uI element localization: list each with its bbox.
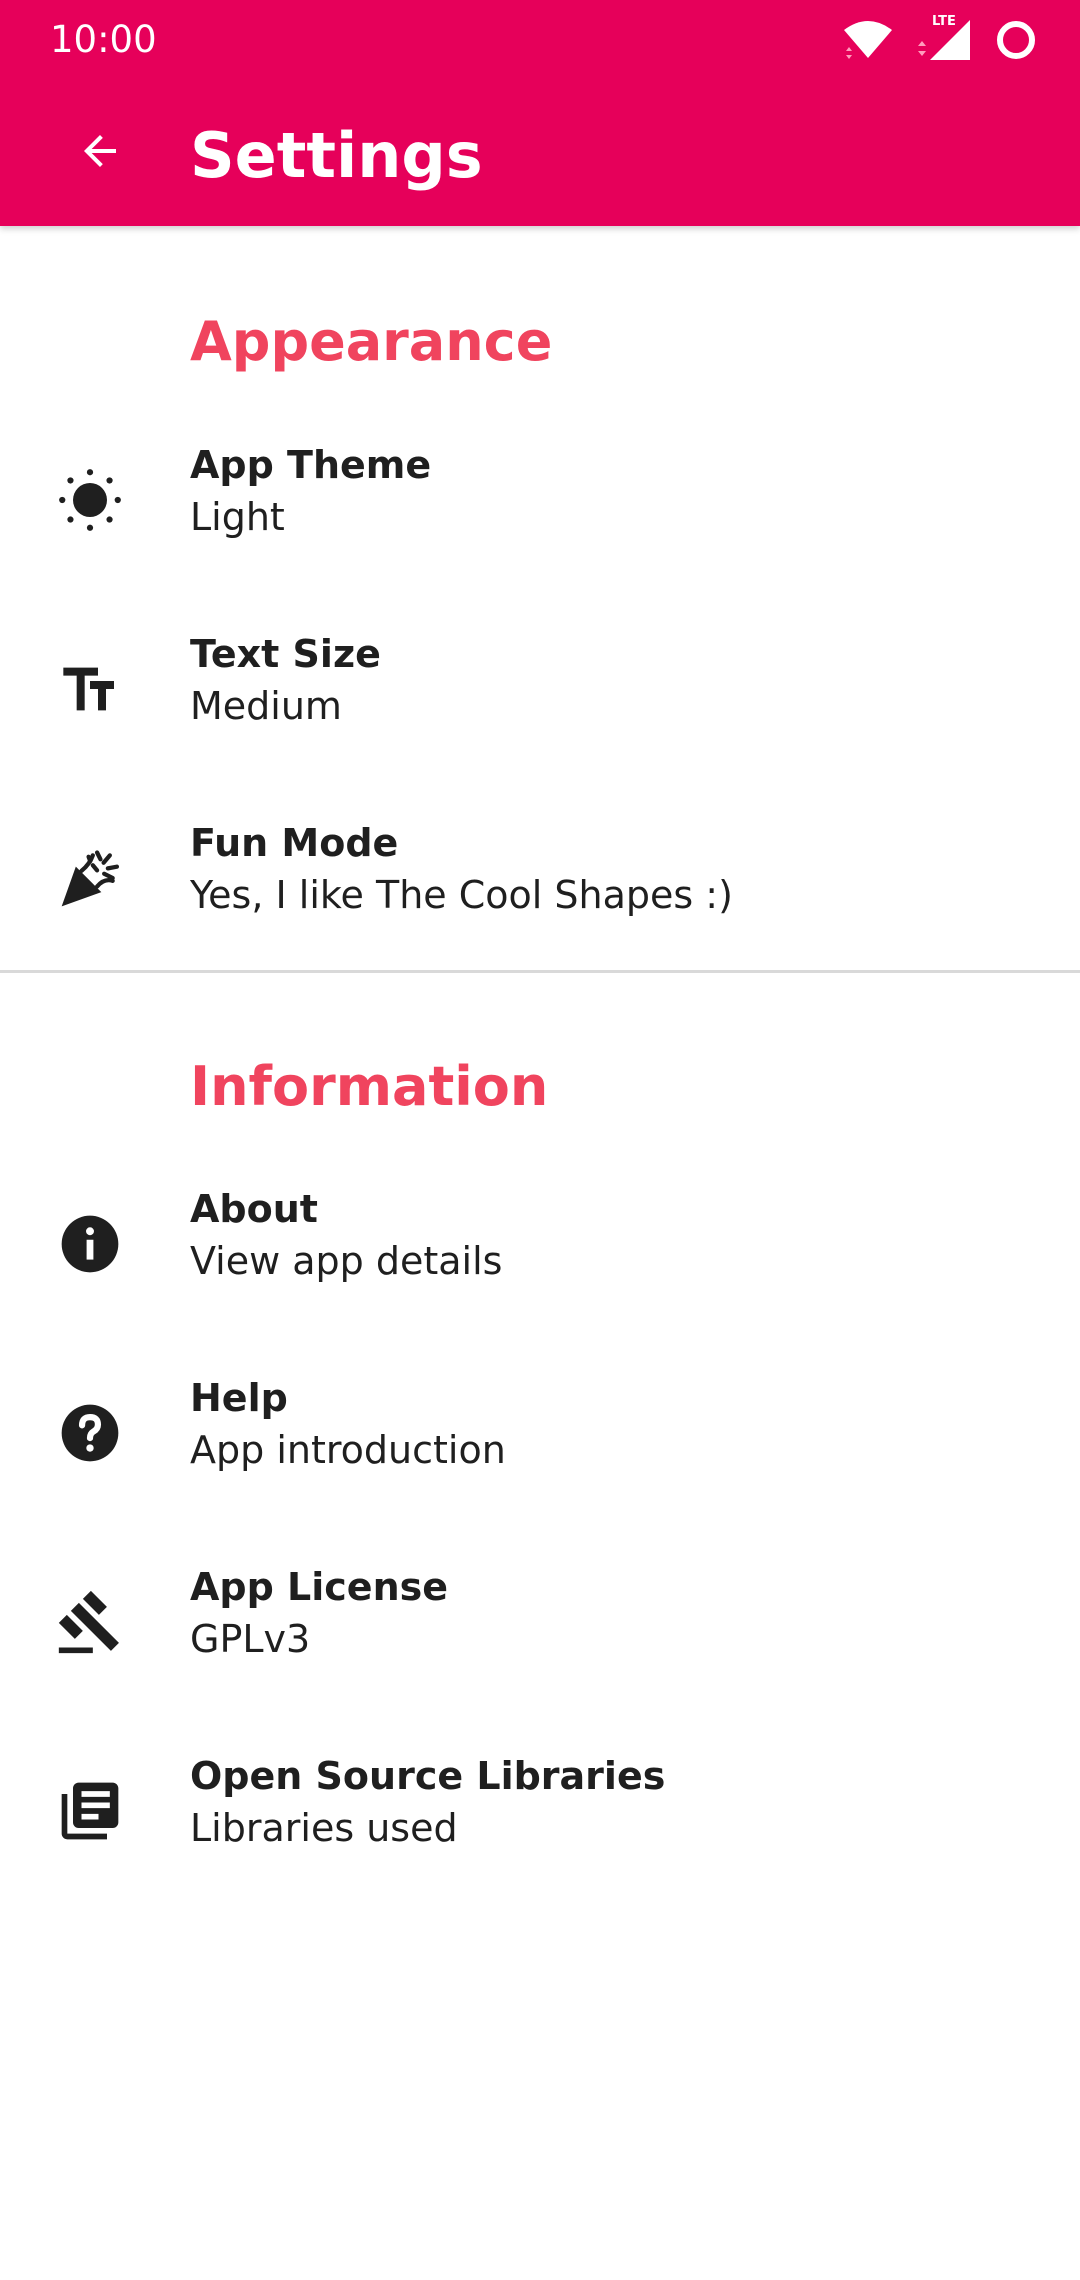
setting-about[interactable]: About View app details (0, 1149, 1080, 1338)
setting-title: Text Size (190, 632, 381, 676)
setting-value: Libraries used (190, 1806, 458, 1850)
status-icons: LTE (842, 14, 1038, 64)
arrow-back-icon (76, 127, 124, 179)
gavel-icon (50, 1582, 130, 1662)
sun-icon (50, 460, 130, 540)
back-button[interactable] (60, 113, 140, 193)
setting-value: Yes, I like The Cool Shapes :) (190, 873, 733, 917)
text-size-icon (50, 649, 130, 729)
setting-open-source-libraries[interactable]: Open Source Libraries Libraries used (0, 1716, 1080, 1905)
section-header-appearance: Appearance (190, 310, 553, 373)
section-header-information: Information (190, 1055, 549, 1118)
party-popper-icon (50, 838, 130, 918)
setting-help[interactable]: Help App introduction (0, 1338, 1080, 1527)
setting-title: Open Source Libraries (190, 1754, 666, 1798)
status-time: 10:00 (50, 18, 157, 61)
info-icon (50, 1204, 130, 1284)
setting-value: GPLv3 (190, 1617, 311, 1661)
setting-title: Help (190, 1376, 288, 1420)
setting-text-size[interactable]: Text Size Medium (0, 594, 1080, 783)
setting-value: App introduction (190, 1428, 506, 1472)
setting-value: View app details (190, 1239, 503, 1283)
setting-value: Medium (190, 684, 342, 728)
setting-app-license[interactable]: App License GPLv3 (0, 1527, 1080, 1716)
setting-title: App Theme (190, 443, 432, 487)
setting-title: Fun Mode (190, 821, 399, 865)
help-icon (50, 1393, 130, 1473)
page-title: Settings (190, 119, 483, 192)
app-bar: 10:00 LTE Settings (0, 0, 1080, 226)
setting-fun-mode[interactable]: Fun Mode Yes, I like The Cool Shapes :) (0, 783, 1080, 972)
section-divider (0, 970, 1080, 973)
setting-title: About (190, 1187, 318, 1231)
wifi-icon (842, 20, 894, 60)
setting-value: Light (190, 495, 285, 539)
setting-title: App License (190, 1565, 449, 1609)
setting-app-theme[interactable]: App Theme Light (0, 405, 1080, 594)
network-type-label: LTE (932, 14, 956, 29)
battery-icon (994, 18, 1038, 62)
cellular-signal-icon: LTE (916, 14, 972, 62)
library-books-icon (50, 1771, 130, 1851)
